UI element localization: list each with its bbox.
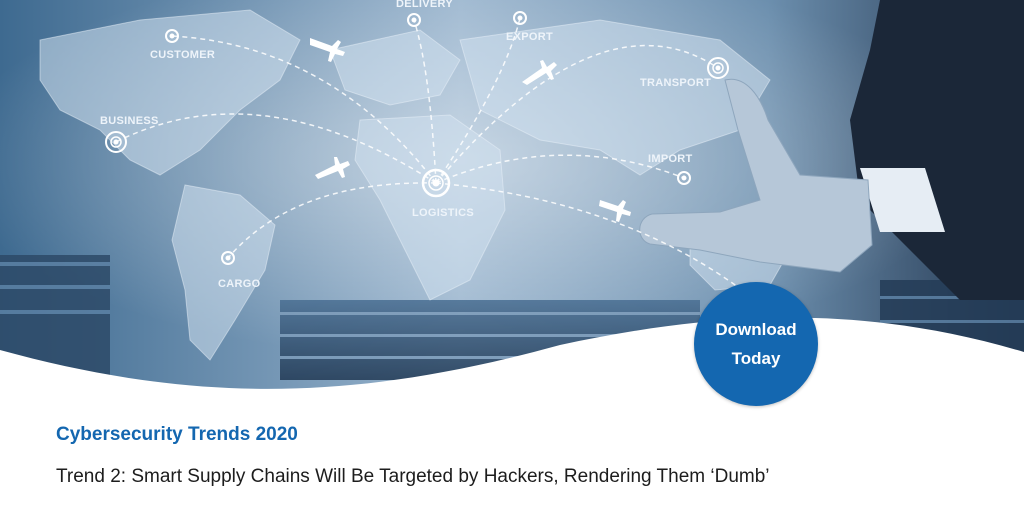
map-label-logistics: LOGISTICS xyxy=(412,207,474,219)
download-label-line1: Download xyxy=(715,320,797,339)
download-today-button[interactable]: Download Today xyxy=(694,282,818,406)
section-subtitle: Cybersecurity Trends 2020 xyxy=(56,424,298,445)
map-label-delivery: DELIVERY xyxy=(396,0,453,10)
map-label-business: BUSINESS xyxy=(100,115,159,127)
map-label-export: EXPORT xyxy=(506,31,553,43)
map-label-transport: TRANSPORT xyxy=(640,77,711,89)
map-label-customer: CUSTOMER xyxy=(150,49,215,61)
headline: Trend 2: Smart Supply Chains Will Be Tar… xyxy=(56,466,770,487)
download-label-line2: Today xyxy=(731,349,781,368)
map-label-cargo: CARGO xyxy=(218,278,261,290)
map-label-import: IMPORT xyxy=(648,153,693,165)
